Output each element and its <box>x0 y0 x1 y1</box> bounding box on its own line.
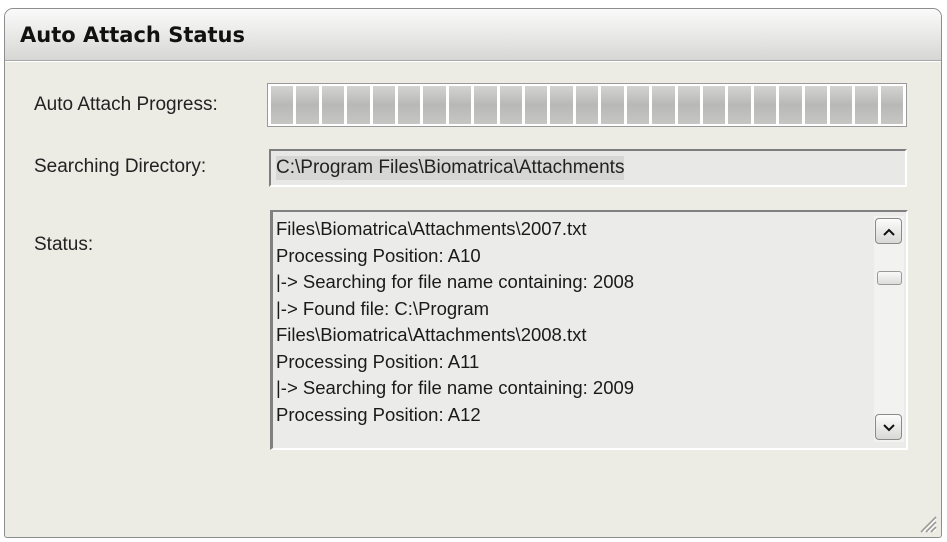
progress-segment <box>499 86 523 124</box>
directory-label: Searching Directory: <box>34 156 207 177</box>
progress-segment <box>880 86 904 124</box>
progress-segment <box>753 86 777 124</box>
progress-segment <box>296 86 319 124</box>
scroll-thumb[interactable] <box>877 271 902 285</box>
window-content: Auto Attach Progress: Searching Director… <box>5 61 941 537</box>
progress-segment <box>601 86 624 124</box>
progress-segment <box>448 86 472 124</box>
status-label: Status: <box>34 234 94 255</box>
status-line: Processing Position: A12 <box>276 403 481 425</box>
chevron-down-icon <box>882 419 895 435</box>
window-title: Auto Attach Status <box>20 22 246 47</box>
resize-grip-icon[interactable] <box>915 511 937 533</box>
progress-segment <box>321 86 345 124</box>
status-line: Processing Position: A11 <box>276 350 480 372</box>
title-bar[interactable]: Auto Attach Status <box>5 9 941 61</box>
status-line: |-> Searching for file name containing: … <box>276 377 635 398</box>
progress-segment <box>804 86 827 124</box>
auto-attach-progress-bar <box>267 83 907 127</box>
status-log[interactable]: Files\Biomatrica\Attachments\2007.txt Pr… <box>270 210 908 450</box>
progress-segment <box>398 86 421 124</box>
status-scrollbar[interactable] <box>874 216 904 442</box>
searching-directory-field[interactable]: C:\Program Files\Biomatrica\Attachments <box>269 149 907 187</box>
status-line: Files\Biomatrica\Attachments\2008.txt <box>276 324 587 345</box>
status-line: Processing Position: A10 <box>276 244 481 266</box>
progress-segment <box>575 86 599 124</box>
progress-label: Auto Attach Progress: <box>34 94 218 115</box>
progress-segment <box>423 86 446 124</box>
progress-segment <box>728 86 751 124</box>
progress-segment <box>677 86 700 124</box>
progress-segment <box>829 86 853 124</box>
progress-segment <box>347 86 370 124</box>
progress-segment <box>474 86 497 124</box>
progress-segment <box>779 86 802 124</box>
progress-segment <box>550 86 573 124</box>
progress-segment <box>372 86 396 124</box>
status-line: |-> Searching for file name containing: … <box>276 271 635 292</box>
searching-directory-value: C:\Program Files\Biomatrica\Attachments <box>276 156 625 180</box>
status-line: |-> Found file: C:\Program <box>276 297 490 319</box>
progress-segment <box>855 86 878 124</box>
status-line: Files\Biomatrica\Attachments\2007.txt <box>276 218 587 239</box>
scroll-down-button[interactable] <box>875 414 902 440</box>
chevron-up-icon <box>882 223 895 239</box>
progress-segment <box>702 86 726 124</box>
scroll-up-button[interactable] <box>875 218 902 244</box>
progress-segment <box>525 86 548 124</box>
progress-segment <box>652 86 675 124</box>
auto-attach-status-window: Auto Attach Status Auto Attach Progress:… <box>4 8 942 538</box>
progress-segment <box>626 86 650 124</box>
progress-segment <box>271 86 294 124</box>
